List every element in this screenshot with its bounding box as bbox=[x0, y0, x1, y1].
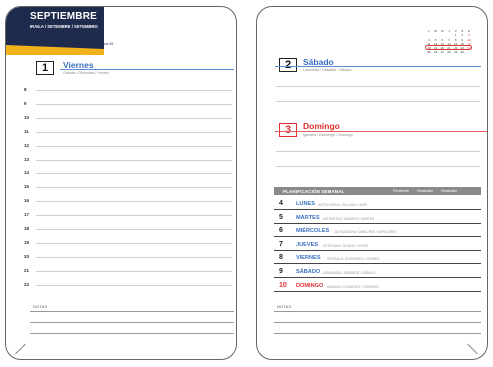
planning-row-line bbox=[274, 277, 481, 278]
calendar-day: 26 bbox=[433, 50, 438, 55]
hour-label: 8 bbox=[24, 87, 27, 92]
planning-day-number: 7 bbox=[279, 240, 283, 248]
week-highlight bbox=[425, 45, 472, 50]
hour-line bbox=[36, 159, 232, 161]
planning-day-number: 9 bbox=[279, 268, 283, 275]
hour-label: 9 bbox=[24, 100, 27, 106]
month-title: SEPTIEMBRE bbox=[30, 11, 98, 22]
planning-day-name: SÁBADO bbox=[296, 269, 321, 275]
planning-row-line bbox=[274, 236, 481, 238]
hour-line bbox=[36, 284, 232, 286]
calendar-day: 28 bbox=[447, 50, 451, 55]
planning-day-translations: LARUNBATA / DISSABTE / SÁBADO bbox=[322, 271, 376, 275]
day-underline bbox=[60, 69, 234, 70]
hour-line bbox=[36, 187, 232, 189]
planning-day-translations: OSTEGUNA / DIJOUS / XOVES bbox=[322, 243, 369, 248]
hour-label: 14 bbox=[24, 170, 30, 176]
planning-day-name: VIERNES bbox=[296, 255, 321, 262]
calendar-day: 25 bbox=[427, 50, 431, 55]
planning-day-number: 8 bbox=[279, 254, 283, 262]
planning-day-number: 5 bbox=[279, 213, 283, 221]
calendar-day: 29 bbox=[453, 50, 458, 55]
writing-line bbox=[276, 166, 480, 167]
day-translations: Ostirala / Divendres / Venres bbox=[63, 71, 109, 75]
day-translations: Igandea / Diumenge / Domingo bbox=[303, 133, 353, 137]
hour-line bbox=[36, 201, 232, 203]
hour-label: 15 bbox=[24, 184, 30, 190]
hour-line bbox=[36, 242, 232, 244]
planning-day-name: MIÉRCOLES bbox=[296, 228, 330, 235]
planning-row-line bbox=[274, 209, 481, 210]
hour-label: 22 bbox=[24, 281, 30, 287]
calendar-day: 27 bbox=[440, 50, 445, 55]
hour-line bbox=[36, 145, 232, 147]
hour-label: 20 bbox=[24, 253, 30, 259]
planning-column: Realizado bbox=[417, 189, 433, 193]
hour-label: 18 bbox=[24, 226, 30, 231]
hour-line bbox=[36, 270, 232, 272]
planning-row-line bbox=[274, 249, 481, 251]
planning-row-line bbox=[274, 222, 481, 224]
planning-day-number: 6 bbox=[279, 227, 283, 235]
planning-day-name: DOMINGO bbox=[296, 282, 324, 289]
month-translations: IRAILA / SETEMBRE / SETEMBRO bbox=[30, 24, 98, 29]
notes-line bbox=[274, 311, 481, 312]
notes-line bbox=[274, 322, 481, 323]
hour-label: 17 bbox=[24, 212, 30, 218]
day-number-box: 2 bbox=[279, 58, 297, 72]
hour-line bbox=[36, 215, 232, 217]
hour-line bbox=[36, 229, 232, 230]
hour-label: 19 bbox=[24, 239, 30, 245]
hour-line bbox=[36, 131, 232, 133]
planning-row-line bbox=[274, 263, 481, 265]
notes-line bbox=[274, 333, 481, 334]
planning-day-name: LUNES bbox=[296, 201, 315, 207]
day-translations: Larunbata / Dissabte / Sábado bbox=[303, 68, 352, 72]
day-underline bbox=[275, 131, 487, 132]
day-name: Domingo bbox=[303, 121, 340, 131]
planning-column: Pendiente bbox=[393, 189, 410, 193]
hour-line bbox=[36, 103, 232, 105]
planning-day-translations: ASTEAZKENA / DIMECRES / MÉRCORES bbox=[334, 230, 397, 235]
day-number-box: 3 bbox=[279, 123, 297, 137]
planning-day-name: MARTES bbox=[296, 214, 320, 221]
hour-line bbox=[36, 117, 232, 119]
planning-row-line bbox=[274, 290, 481, 292]
notes-line bbox=[30, 322, 234, 323]
notes-line bbox=[30, 311, 234, 312]
planning-title: PLANIFICACIÓN SEMANAL bbox=[283, 188, 345, 194]
hour-label: 16 bbox=[24, 198, 30, 204]
notes-label: NOTAS bbox=[277, 305, 292, 309]
hour-label: 10 bbox=[24, 114, 30, 120]
page-corner-fold bbox=[467, 333, 487, 355]
planning-column: Realizado bbox=[441, 189, 457, 193]
writing-line bbox=[276, 86, 480, 87]
hour-label: 13 bbox=[24, 156, 30, 162]
planning-day-translations: ASTEARTEA / DIMARTS / MARTES bbox=[322, 216, 375, 221]
hour-label: 21 bbox=[24, 267, 30, 273]
notes-label: NOTAS bbox=[33, 305, 48, 309]
planning-day-translations: ASTELEHENA / DILLUNS / LUNS bbox=[318, 203, 367, 207]
calendar-day bbox=[466, 50, 472, 54]
planning-day-translations: IGANDEA / DIUMENGE / DOMINGO bbox=[326, 284, 379, 289]
year-label: 2023 bbox=[83, 41, 94, 46]
planning-day-translations: OSTIRALA / DIVENDRES / VENRES bbox=[326, 257, 380, 262]
planning-day-number: 10 bbox=[279, 281, 287, 289]
writing-line bbox=[276, 101, 480, 102]
page-corner-fold bbox=[6, 333, 26, 355]
notes-line bbox=[30, 333, 234, 334]
writing-line bbox=[276, 151, 480, 152]
hour-line bbox=[36, 256, 232, 258]
planning-day-name: JUEVES bbox=[296, 241, 319, 248]
calendar-day: 30 bbox=[460, 50, 464, 55]
hour-label: 11 bbox=[24, 128, 29, 134]
planning-day-number: 4 bbox=[279, 200, 283, 207]
hour-line bbox=[36, 173, 232, 175]
mini-calendar: L M M J V S D 1 2 3 4 5 6 7 8 9 10 11 12 13 14 15 16 17 18 19 20 21… bbox=[426, 29, 472, 55]
week-label: Semana 35 bbox=[95, 41, 114, 46]
hour-label: 12 bbox=[24, 142, 30, 148]
day-number-box: 1 bbox=[36, 61, 54, 75]
day-underline bbox=[275, 66, 481, 67]
hour-line bbox=[36, 90, 232, 91]
